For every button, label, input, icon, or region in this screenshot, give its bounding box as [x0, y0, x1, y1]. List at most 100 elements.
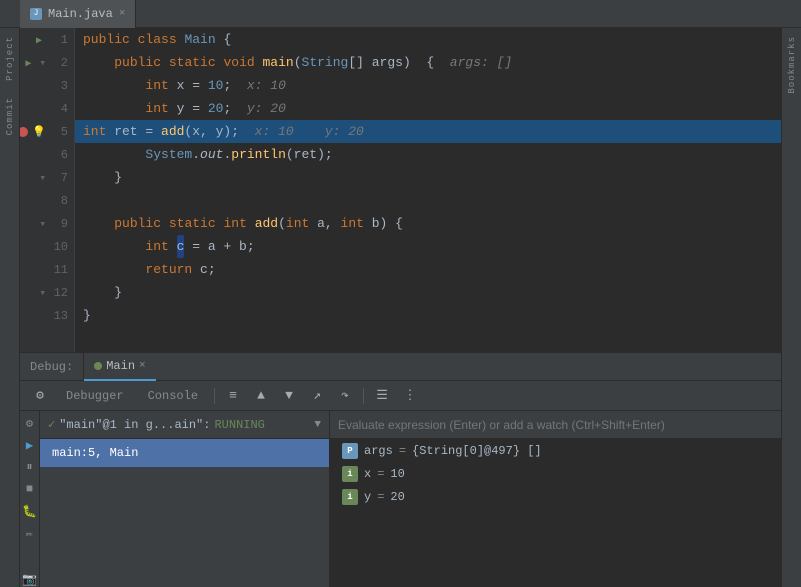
java-file-icon: J — [30, 8, 42, 20]
line-num-2: 2 — [50, 56, 68, 70]
var-row-y: i y = 20 — [330, 485, 781, 508]
rerun-icon[interactable]: ≡ — [221, 384, 245, 408]
gear-sidebar-icon[interactable]: ⚙ — [22, 415, 38, 431]
tab-debugger[interactable]: Debugger — [56, 382, 134, 410]
step-over-icon[interactable]: ↷ — [333, 384, 357, 408]
var-eq-x: = — [377, 467, 384, 481]
variables-panel: P args = {String[0]@497} [] i x = 10 — [330, 411, 781, 587]
tab-close-icon[interactable]: × — [119, 8, 126, 20]
breakpoint-5[interactable] — [20, 127, 28, 137]
gutter-row-3: 3 — [20, 74, 74, 97]
debug-body: ⚙ ▶ ⏸ ■ 🐛 ✏ 📷 ✓ — [20, 411, 781, 587]
code-line-3: int x = 10; x: 10 — [75, 74, 781, 97]
left-sidebar: Project Commit — [0, 28, 20, 587]
code-lines[interactable]: public class Main { public static void m… — [75, 28, 781, 352]
var-val-args: {String[0]@497} [] — [412, 444, 542, 458]
toolbar-separator — [214, 388, 215, 404]
gutter-row-12: ▾ 12 — [20, 281, 74, 304]
var-eq-args: = — [399, 444, 406, 458]
var-row-args: P args = {String[0]@497} [] — [330, 439, 781, 462]
play-sidebar-icon[interactable]: ▶ — [22, 437, 38, 453]
line-num-8: 8 — [50, 194, 68, 208]
gutter-row-2: ▶ ▾ 2 — [20, 51, 74, 74]
var-badge-x: i — [342, 466, 358, 482]
frames-filter: ▼ — [314, 419, 321, 431]
pause-icon[interactable]: ▼ — [277, 384, 301, 408]
gutter-row-6: 6 — [20, 143, 74, 166]
bookmarks-label: Bookmarks — [785, 28, 799, 102]
code-line-5: int ret = add(x, y); x: 10 y: 20 — [75, 120, 781, 143]
code-line-7: } — [75, 166, 781, 189]
line-num-3: 3 — [50, 79, 68, 93]
gutter-row-9: ▾ 9 — [20, 212, 74, 235]
frame-label: main:5, Main — [52, 446, 138, 460]
fold-icon-2[interactable]: ▾ — [39, 56, 46, 70]
debug-tab-close[interactable]: × — [139, 360, 146, 372]
watch-expression-input[interactable] — [338, 418, 773, 432]
debug-left-sidebar: ⚙ ▶ ⏸ ■ 🐛 ✏ 📷 — [20, 411, 40, 587]
var-val-y: 20 — [390, 490, 404, 504]
toolbar-separator-2 — [363, 388, 364, 404]
fold-icon-12[interactable]: ▾ — [39, 286, 46, 300]
settings-icon[interactable]: ⚙ — [28, 384, 52, 408]
code-editor[interactable]: ▶ 1 ▶ ▾ 2 3 4 — [20, 28, 781, 352]
code-line-8 — [75, 189, 781, 212]
resume-icon[interactable]: ▲ — [249, 384, 273, 408]
console-tab-label: Console — [148, 389, 198, 403]
debug-tab-name: Main — [106, 359, 135, 373]
line-num-12: 12 — [50, 286, 68, 300]
code-line-10: int c = a + b; — [75, 235, 781, 258]
lightbulb-5[interactable]: 💡 — [32, 125, 46, 139]
var-eq-y: = — [377, 490, 384, 504]
project-sidebar-label: Project — [3, 28, 17, 89]
code-line-13: } — [75, 304, 781, 327]
more-icon[interactable]: ⋮ — [398, 384, 422, 408]
stop-icon[interactable]: ↗ — [305, 384, 329, 408]
line-num-1: 1 — [50, 33, 68, 47]
code-line-2: public static void main(String[] args) {… — [75, 51, 781, 74]
right-sidebar: Bookmarks — [781, 28, 801, 587]
debug-main-tab[interactable]: Main × — [84, 353, 155, 381]
settings2-icon[interactable]: ☰ — [370, 384, 394, 408]
bug-sidebar-icon[interactable]: 🐛 — [22, 503, 38, 519]
camera-sidebar-icon[interactable]: 📷 — [22, 571, 38, 587]
debug-toolbar: ⚙ Debugger Console ≡ ▲ ▼ ↗ ↷ ☰ ⋮ — [20, 381, 781, 411]
gutter-row-11: 11 — [20, 258, 74, 281]
var-name-args: args — [364, 444, 393, 458]
gutter-row-8: 8 — [20, 189, 74, 212]
line-num-10: 10 — [50, 240, 68, 254]
filter-dropdown-icon[interactable]: ▼ — [314, 419, 321, 431]
frames-panel: ✓ "main"@1 in g...ain": RUNNING ▼ main:5… — [40, 411, 330, 587]
debug-label: Debug: — [20, 353, 84, 381]
var-name-y: y — [364, 490, 371, 504]
code-line-1: public class Main { — [75, 28, 781, 51]
debugger-tab-label: Debugger — [66, 389, 124, 403]
gutter-row-1: ▶ 1 — [20, 28, 74, 51]
main-java-tab[interactable]: J Main.java × — [20, 0, 136, 28]
edit-sidebar-icon[interactable]: ✏ — [22, 525, 38, 541]
code-line-11: return c; — [75, 258, 781, 281]
pause-sidebar-icon[interactable]: ⏸ — [22, 459, 38, 475]
gutter-row-5: 💡 5 — [20, 120, 74, 143]
fold-icon-7[interactable]: ▾ — [39, 171, 46, 185]
main-area: Project Commit ▶ 1 ▶ ▾ 2 3 — [0, 28, 801, 587]
tab-console[interactable]: Console — [138, 382, 208, 410]
gutter-row-13: 13 — [20, 304, 74, 327]
line-num-4: 4 — [50, 102, 68, 116]
frames-toolbar: ✓ "main"@1 in g...ain": RUNNING ▼ — [40, 411, 329, 439]
code-line-12: } — [75, 281, 781, 304]
run-icon-2: ▶ — [25, 58, 35, 68]
gutter-row-10: 10 — [20, 235, 74, 258]
stop-sidebar-icon[interactable]: ■ — [22, 481, 38, 497]
var-badge-args: P — [342, 443, 358, 459]
fold-icon-9[interactable]: ▾ — [39, 217, 46, 231]
line-num-7: 7 — [50, 171, 68, 185]
gutter-row-4: 4 — [20, 97, 74, 120]
frame-item-main[interactable]: main:5, Main — [40, 439, 329, 467]
debug-panel: Debug: Main × ⚙ Debugger Console ≡ ▲ — [20, 352, 781, 587]
line-num-11: 11 — [50, 263, 68, 277]
run-icon-1: ▶ — [36, 35, 46, 45]
thread-status: ✓ "main"@1 in g...ain": RUNNING — [48, 417, 265, 432]
editor-container: ▶ 1 ▶ ▾ 2 3 4 — [20, 28, 781, 587]
debug-tab-dot — [94, 362, 102, 370]
